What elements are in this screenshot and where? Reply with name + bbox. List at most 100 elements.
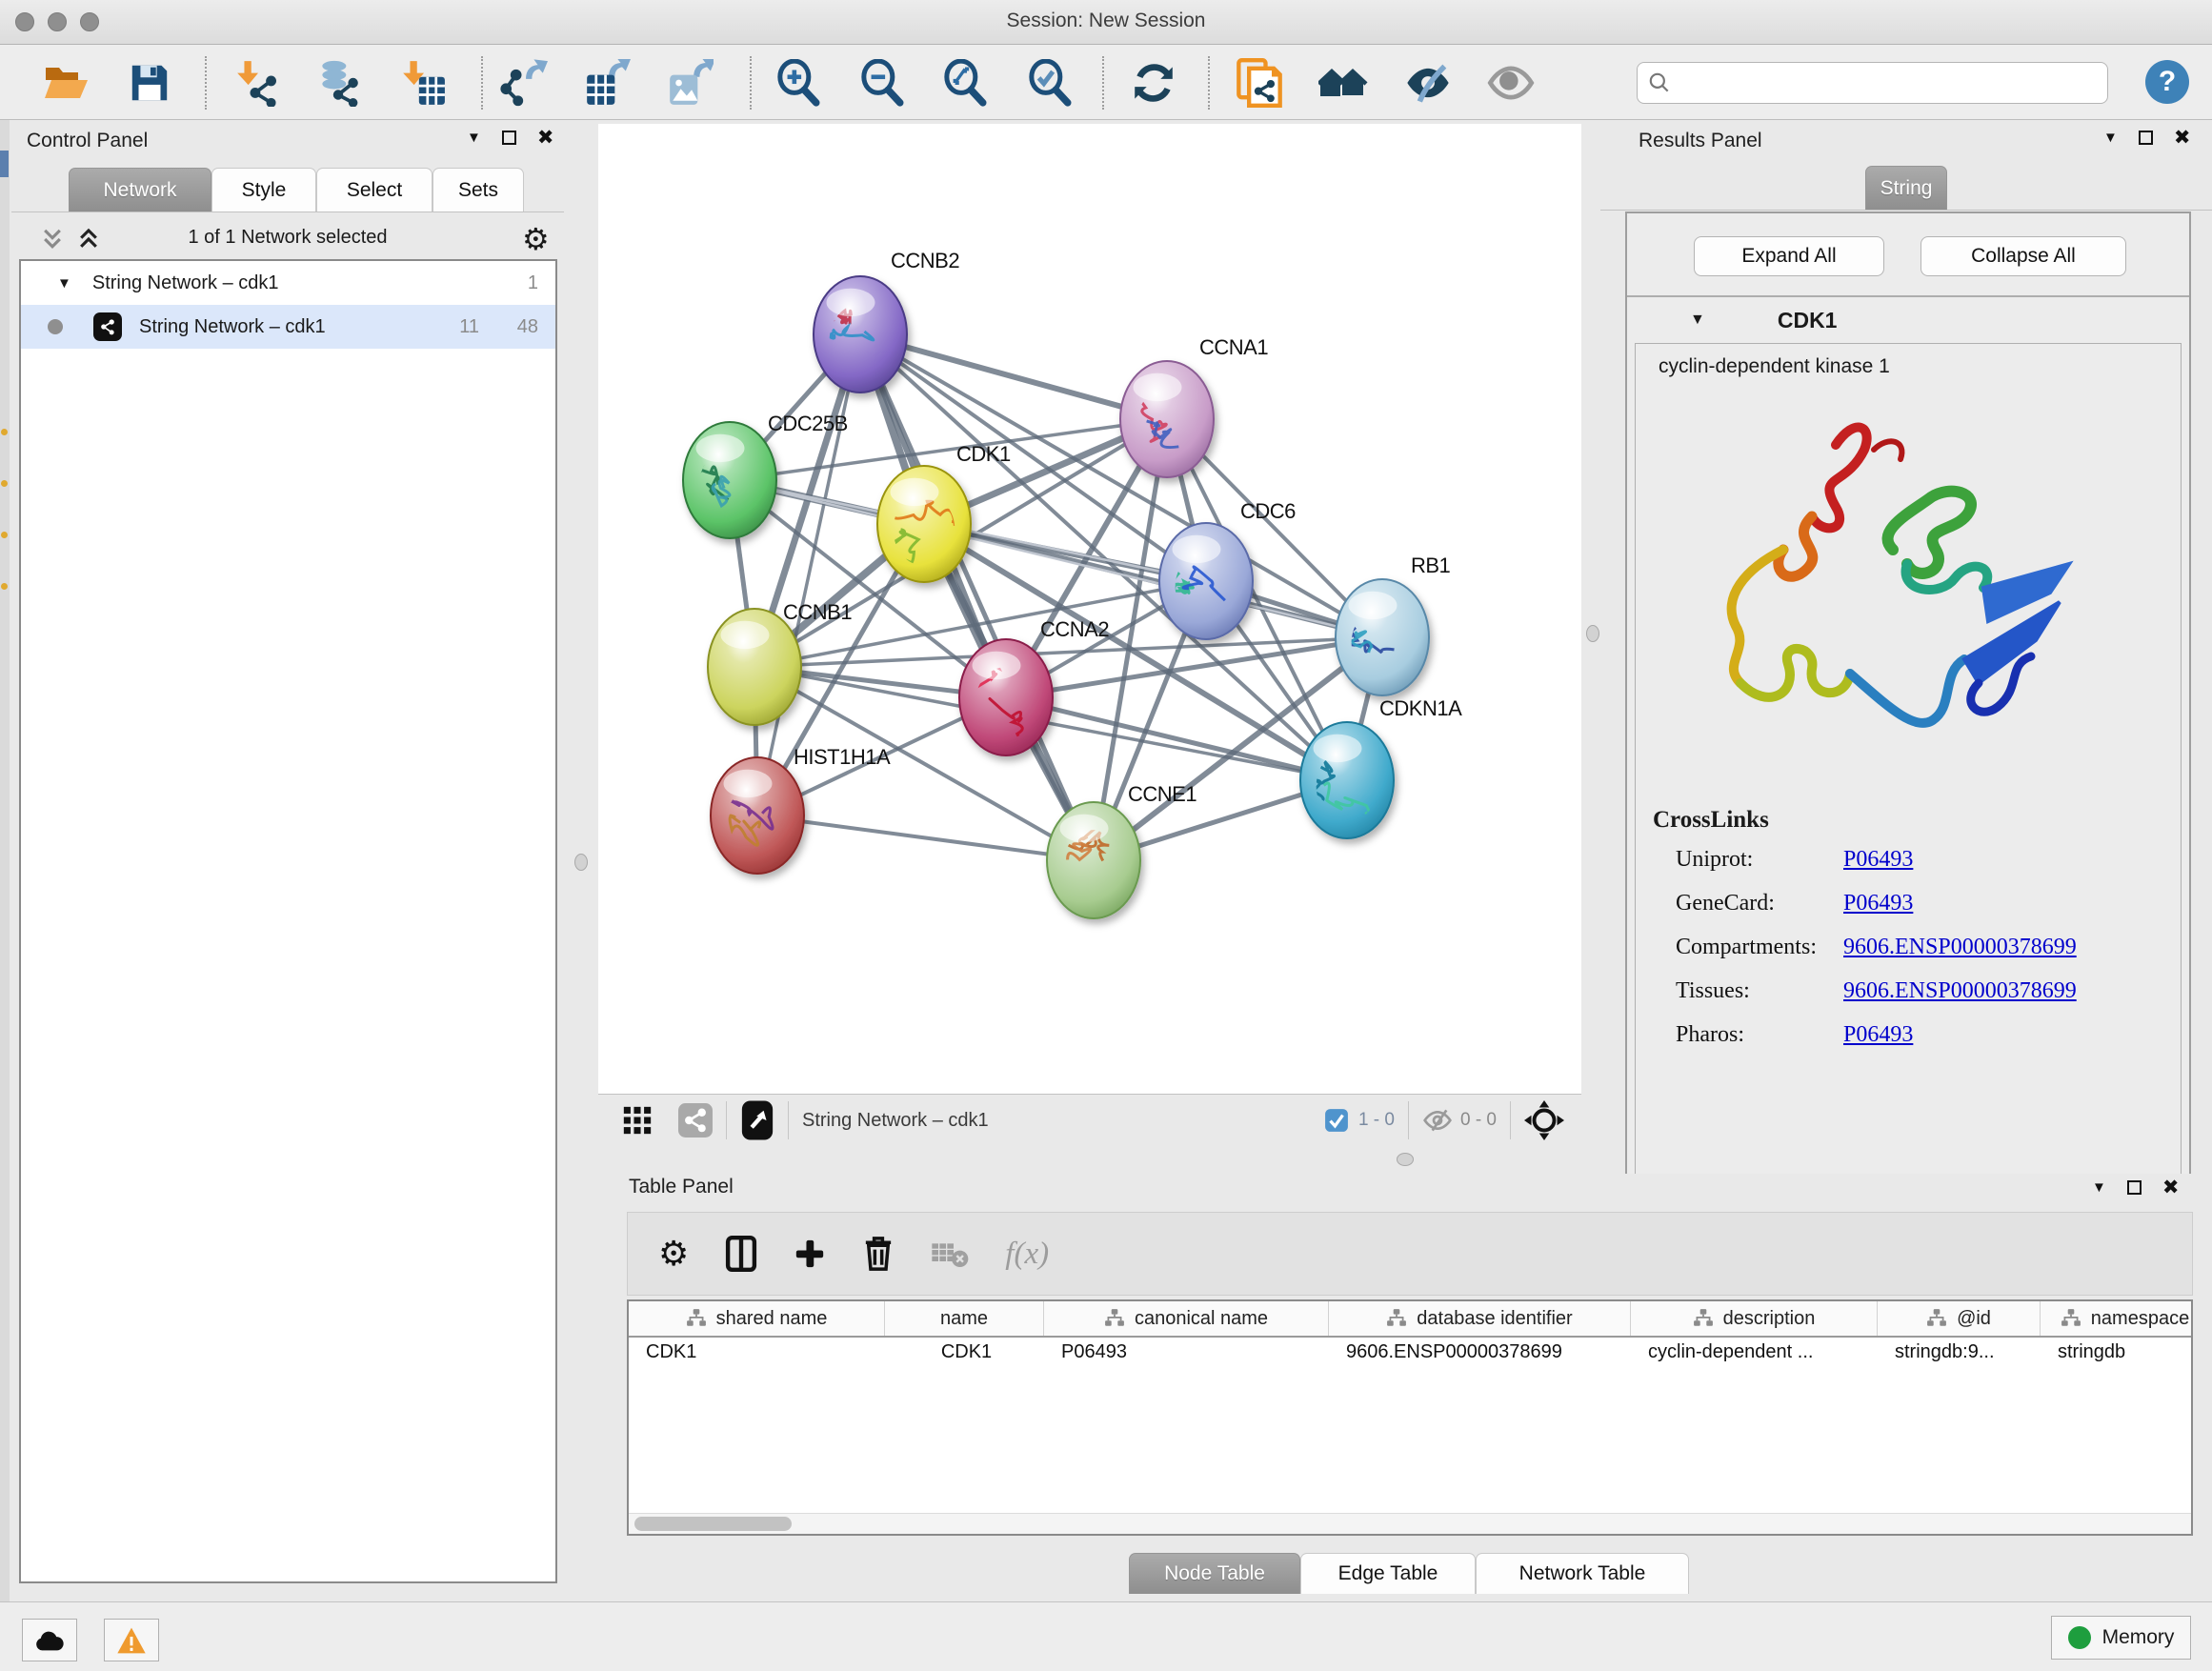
search-input[interactable] <box>1672 71 2081 95</box>
column-header-namespace[interactable]: namespace <box>2041 1301 2193 1336</box>
table-cell[interactable]: stringdb <box>2041 1338 2193 1370</box>
import-table-button[interactable] <box>398 58 448 108</box>
function-builder-icon[interactable]: f(x) <box>1005 1237 1049 1272</box>
section-collapse-icon[interactable]: ▼ <box>1690 312 1705 329</box>
export-table-button[interactable] <box>582 58 632 108</box>
refresh-button[interactable] <box>1129 58 1178 108</box>
table-cell[interactable]: P06493 <box>1044 1338 1329 1370</box>
left-splitter-handle[interactable] <box>574 854 588 871</box>
edge-HIST1H1A-CCNE1[interactable] <box>757 815 1094 860</box>
import-network-database-button[interactable] <box>313 58 363 108</box>
crosslink-label: Compartments: <box>1676 935 1817 960</box>
crosslink-link[interactable]: P06493 <box>1843 1022 1913 1048</box>
tab-style[interactable]: Style <box>211 168 316 212</box>
table-cell[interactable]: 9606.ENSP00000378699 <box>1329 1338 1631 1370</box>
show-columns-icon[interactable] <box>725 1236 757 1272</box>
memory-label: Memory <box>2102 1626 2175 1649</box>
tab-node-table[interactable]: Node Table <box>1129 1553 1300 1594</box>
column-label: database identifier <box>1417 1308 1572 1330</box>
table-row[interactable]: CDK1CDK1P064939606.ENSP00000378699cyclin… <box>629 1338 2191 1370</box>
node-CCNB2[interactable]: CCNB2 <box>814 249 959 393</box>
column-header--id[interactable]: @id <box>1878 1301 2041 1336</box>
crosslink-link[interactable]: P06493 <box>1843 847 1913 873</box>
right-splitter-handle[interactable] <box>1586 625 1599 642</box>
panel-float-icon[interactable] <box>502 131 516 145</box>
panel-float-icon[interactable] <box>2127 1180 2142 1195</box>
table-cell[interactable]: CDK1 <box>629 1338 885 1370</box>
crosslink-link[interactable]: P06493 <box>1843 891 1913 916</box>
horizontal-splitter-handle[interactable] <box>1397 1153 1414 1166</box>
tab-select[interactable]: Select <box>316 168 432 212</box>
warnings-button[interactable] <box>104 1619 159 1661</box>
delete-column-trash-icon[interactable] <box>862 1236 895 1272</box>
selected-checkbox-icon[interactable] <box>1324 1108 1349 1133</box>
zoom-in-button[interactable] <box>774 58 823 108</box>
hide-selected-button[interactable] <box>1403 58 1453 108</box>
background-dot <box>1 583 8 590</box>
crosslink-label: GeneCard: <box>1676 891 1775 916</box>
home-layout-button[interactable] <box>1318 58 1368 108</box>
import-network-file-button[interactable] <box>232 58 282 108</box>
crosslink-link[interactable]: 9606.ENSP00000378699 <box>1843 935 2077 960</box>
node-CDKN1A[interactable]: CDKN1A <box>1300 696 1462 838</box>
delete-table-icon[interactable] <box>931 1238 969 1269</box>
panel-menu-icon[interactable]: ▼ <box>467 130 481 146</box>
gene-section-header[interactable]: ▼ CDK1 <box>1627 295 2189 343</box>
collection-expand-icon[interactable]: ▼ <box>57 275 71 292</box>
edge-CCNB2-HIST1H1A[interactable] <box>757 334 860 815</box>
scrollbar-thumb[interactable] <box>634 1517 792 1531</box>
column-header-database-identifier[interactable]: database identifier <box>1329 1301 1631 1336</box>
node-CDC25B[interactable]: CDC25B <box>683 412 848 538</box>
node-CCNA1[interactable]: CCNA1 <box>1120 335 1268 477</box>
pan-crosshair-icon[interactable] <box>1524 1100 1564 1140</box>
column-header-canonical-name[interactable]: canonical name <box>1044 1301 1329 1336</box>
zoom-fit-button[interactable] <box>940 58 990 108</box>
panel-close-icon[interactable]: ✖ <box>2174 128 2191 148</box>
tab-sets[interactable]: Sets <box>432 168 524 212</box>
panel-close-icon[interactable]: ✖ <box>2162 1178 2180 1198</box>
tab-network[interactable]: Network <box>69 168 211 212</box>
table-horizontal-scrollbar[interactable] <box>629 1513 2191 1534</box>
copy-network-button[interactable] <box>1235 58 1284 108</box>
network-canvas[interactable]: CCNB2CCNA1CDC25BCDK1CDC6RB1CCNB1CCNA2CDK… <box>598 124 1581 1094</box>
export-image-button[interactable] <box>665 58 714 108</box>
add-column-icon[interactable] <box>794 1238 826 1270</box>
help-button[interactable]: ? <box>2145 60 2189 104</box>
zoom-selected-button[interactable] <box>1025 58 1075 108</box>
table-settings-gear-icon[interactable]: ⚙ <box>658 1234 689 1274</box>
table-cell[interactable]: cyclin-dependent ... <box>1631 1338 1878 1370</box>
column-header-name[interactable]: name <box>885 1301 1044 1336</box>
zoom-out-button[interactable] <box>857 58 907 108</box>
column-header-description[interactable]: description <box>1631 1301 1878 1336</box>
network-row[interactable]: String Network – cdk1 11 48 <box>21 305 555 349</box>
tab-string[interactable]: String <box>1865 166 1947 211</box>
memory-button[interactable]: Memory <box>2051 1616 2191 1660</box>
tab-edge-table[interactable]: Edge Table <box>1300 1553 1476 1594</box>
table-panel-tabs: Node TableEdge TableNetwork Table <box>1129 1553 1689 1594</box>
network-options-gear-icon[interactable]: ⚙ <box>522 221 550 257</box>
tab-network-table[interactable]: Network Table <box>1476 1553 1689 1594</box>
export-network-button[interactable] <box>499 58 549 108</box>
node-HIST1H1A[interactable]: HIST1H1A <box>711 745 891 874</box>
node-RB1[interactable]: RB1 <box>1336 554 1451 695</box>
save-session-button[interactable] <box>125 58 174 108</box>
panel-float-icon[interactable] <box>2139 131 2153 145</box>
grid-view-icon[interactable] <box>621 1104 654 1137</box>
table-cell[interactable]: CDK1 <box>885 1338 1044 1370</box>
panel-menu-icon[interactable]: ▼ <box>2103 130 2118 146</box>
network-collection-row[interactable]: ▼ String Network – cdk1 1 <box>21 261 555 305</box>
crosslink-link[interactable]: 9606.ENSP00000378699 <box>1843 978 2077 1004</box>
cloud-button[interactable] <box>22 1619 77 1661</box>
show-all-button[interactable] <box>1486 58 1536 108</box>
panel-close-icon[interactable]: ✖ <box>537 128 554 148</box>
expand-all-button[interactable]: Expand All <box>1694 236 1884 276</box>
open-session-button[interactable] <box>40 58 90 108</box>
table-cell[interactable]: stringdb:9... <box>1878 1338 2041 1370</box>
hidden-eye-icon[interactable] <box>1422 1107 1453 1134</box>
network-share-icon[interactable] <box>678 1103 713 1137</box>
panel-menu-icon[interactable]: ▼ <box>2092 1179 2106 1196</box>
collapse-all-button[interactable]: Collapse All <box>1920 236 2126 276</box>
birds-eye-view-icon[interactable] <box>740 1099 774 1141</box>
column-header-shared-name[interactable]: shared name <box>629 1301 885 1336</box>
edge-CCNB2-CCNE1[interactable] <box>860 334 1094 860</box>
